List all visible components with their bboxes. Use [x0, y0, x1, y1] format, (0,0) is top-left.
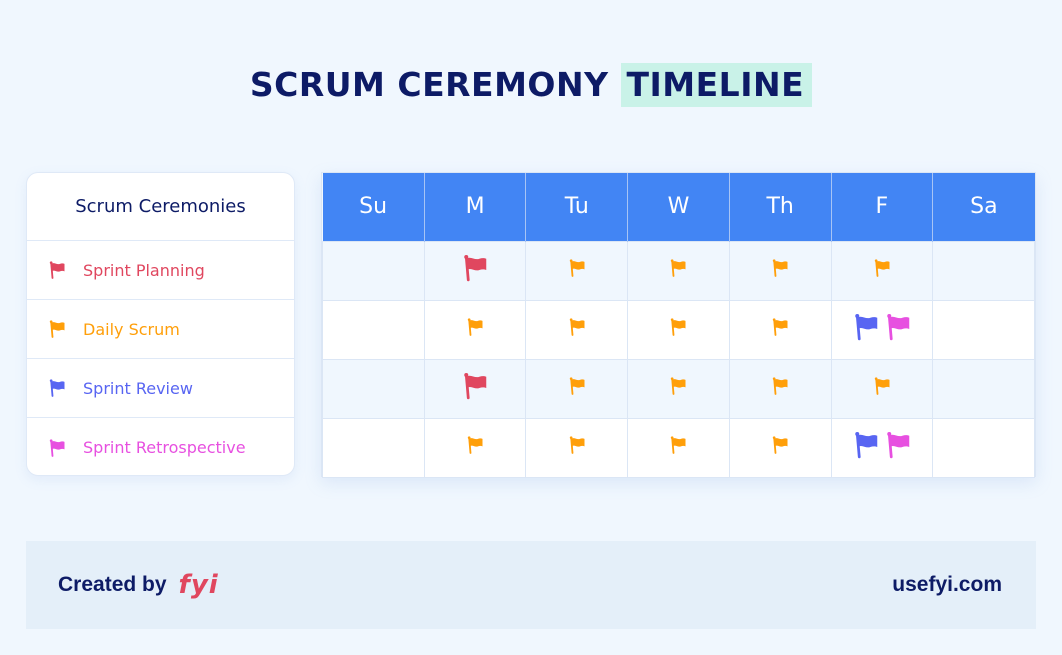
day-cell-m — [423, 417, 527, 478]
title-highlight: TIMELINE — [620, 63, 813, 107]
day-cell-w — [627, 299, 730, 360]
daily-scrum-flag-icon — [567, 317, 587, 337]
day-cell-su — [322, 299, 425, 360]
day-header-su: Su — [322, 173, 425, 241]
day-cell-f — [830, 358, 934, 419]
sprint-retrospective-flag-icon — [883, 430, 913, 460]
daily-scrum-flag-icon — [668, 435, 688, 455]
sprint-review-flag-icon — [851, 430, 881, 460]
sprint-retrospective-flag-icon — [883, 312, 913, 342]
day-cell-w — [627, 358, 730, 419]
flag-icon — [47, 378, 83, 398]
sprint-planning-flag-icon — [460, 253, 490, 283]
day-cell-sa — [932, 299, 1035, 360]
day-cell-th — [728, 240, 832, 301]
day-cell-w — [627, 417, 730, 478]
day-cell-m — [423, 240, 527, 301]
daily-scrum-flag-icon — [465, 435, 485, 455]
flag-icon — [47, 319, 83, 339]
daily-scrum-flag-icon — [770, 376, 790, 396]
ceremony-legend: Scrum Ceremonies Sprint Planning Daily Sc… — [26, 172, 295, 476]
site-link[interactable]: usefyi.com — [892, 573, 1002, 597]
daily-scrum-flag-icon — [567, 376, 587, 396]
day-cell-th — [728, 358, 832, 419]
timeline-grid: Su M Tu W Th F Sa — [321, 172, 1036, 478]
legend-item-label: Daily Scrum — [83, 319, 180, 339]
day-header-w: W — [627, 173, 730, 241]
day-cell-su — [322, 240, 425, 301]
legend-item-label: Sprint Review — [83, 378, 193, 398]
day-cell-tu — [525, 417, 629, 478]
day-cell-th — [728, 299, 832, 360]
day-cell-su — [322, 358, 425, 419]
created-by-label: Created by — [58, 573, 167, 596]
daily-scrum-flag-icon — [567, 435, 587, 455]
title-main: SCRUM CEREMONY — [249, 65, 609, 104]
day-cell-tu — [525, 299, 629, 360]
daily-scrum-flag-icon — [770, 317, 790, 337]
week-row — [322, 358, 1035, 419]
page-title: SCRUM CEREMONY TIMELINE — [0, 63, 1062, 107]
day-cell-w — [627, 240, 730, 301]
flag-icon — [47, 438, 83, 458]
legend-item-label: Sprint Retrospective — [83, 438, 246, 457]
day-header-sa: Sa — [932, 173, 1035, 241]
day-cell-tu — [525, 240, 629, 301]
daily-scrum-flag-icon — [668, 376, 688, 396]
footer: Created by fyi usefyi.com — [26, 541, 1036, 629]
day-cell-tu — [525, 358, 629, 419]
day-header-th: Th — [729, 173, 832, 241]
day-cell-m — [423, 358, 527, 419]
daily-scrum-flag-icon — [465, 317, 485, 337]
legend-item-sprint-planning: Sprint Planning — [27, 241, 294, 300]
daily-scrum-flag-icon — [770, 435, 790, 455]
day-cell-sa — [932, 417, 1035, 478]
daily-scrum-flag-icon — [668, 258, 688, 278]
day-header-m: M — [424, 173, 527, 241]
flag-icon — [47, 260, 83, 280]
legend-item-label: Sprint Planning — [83, 260, 205, 280]
day-cell-sa — [932, 358, 1035, 419]
day-cell-th — [728, 417, 832, 478]
day-header-tu: Tu — [525, 173, 629, 241]
sprint-planning-flag-icon — [460, 371, 490, 401]
daily-scrum-flag-icon — [770, 258, 790, 278]
week-row — [322, 240, 1035, 301]
daily-scrum-flag-icon — [668, 317, 688, 337]
week-row — [322, 299, 1035, 360]
daily-scrum-flag-icon — [872, 376, 892, 396]
day-cell-f — [830, 240, 934, 301]
sprint-review-flag-icon — [851, 312, 881, 342]
legend-item-daily-scrum: Daily Scrum — [27, 300, 294, 359]
legend-item-sprint-retrospective: Sprint Retrospective — [27, 418, 294, 475]
day-cell-sa — [932, 240, 1035, 301]
day-cell-f — [830, 299, 934, 360]
legend-item-sprint-review: Sprint Review — [27, 359, 294, 418]
daily-scrum-flag-icon — [872, 258, 892, 278]
week-row — [322, 417, 1035, 478]
brand-logo[interactable]: fyi — [179, 570, 219, 600]
day-cell-f — [830, 417, 934, 478]
credit: Created by fyi — [58, 570, 219, 600]
day-cell-m — [423, 299, 527, 360]
day-header-f: F — [831, 173, 934, 241]
daily-scrum-flag-icon — [567, 258, 587, 278]
legend-heading: Scrum Ceremonies — [27, 173, 294, 241]
day-cell-su — [322, 417, 425, 478]
